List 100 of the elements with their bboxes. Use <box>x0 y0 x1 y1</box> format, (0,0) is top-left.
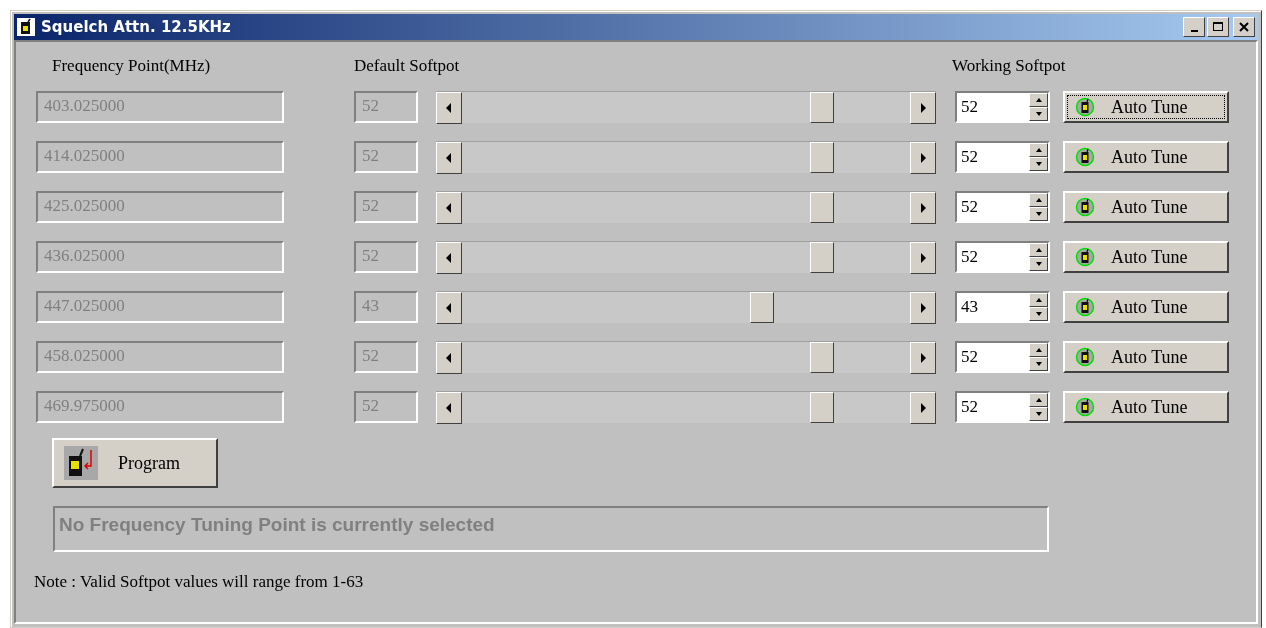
spin-down-button[interactable] <box>1029 307 1048 321</box>
slider-thumb[interactable] <box>750 292 775 323</box>
auto-tune-button[interactable]: Auto Tune <box>1063 391 1229 423</box>
window-title: Squelch Attn. 12.5KHz <box>41 18 232 36</box>
down-arrow-icon <box>1035 362 1042 366</box>
auto-tune-button[interactable]: Auto Tune <box>1063 91 1229 123</box>
right-arrow-icon <box>920 353 926 363</box>
radio-icon <box>1075 347 1095 367</box>
right-arrow-icon <box>920 403 926 413</box>
scroll-left-button[interactable] <box>436 292 462 324</box>
radio-icon <box>1075 397 1095 417</box>
softpot-slider[interactable] <box>436 391 936 423</box>
spin-down-button[interactable] <box>1029 407 1048 421</box>
slider-thumb[interactable] <box>809 142 834 173</box>
down-arrow-icon <box>1035 262 1042 266</box>
spin-down-button[interactable] <box>1029 207 1048 221</box>
frequency-field: 425.025000 <box>36 191 284 223</box>
spin-down-button[interactable] <box>1029 107 1048 121</box>
down-arrow-icon <box>1035 312 1042 316</box>
softpot-slider[interactable] <box>436 341 936 373</box>
maximize-button[interactable] <box>1207 17 1229 37</box>
auto-tune-button[interactable]: Auto Tune <box>1063 141 1229 173</box>
left-arrow-icon <box>446 203 452 213</box>
scroll-right-button[interactable] <box>910 342 936 374</box>
scroll-left-button[interactable] <box>436 142 462 174</box>
scroll-right-button[interactable] <box>910 142 936 174</box>
scroll-right-button[interactable] <box>910 192 936 224</box>
spin-up-button[interactable] <box>1029 93 1048 107</box>
slider-thumb[interactable] <box>809 92 834 123</box>
auto-tune-button[interactable]: Auto Tune <box>1063 191 1229 223</box>
up-arrow-icon <box>1035 198 1042 202</box>
frequency-field: 414.025000 <box>36 141 284 173</box>
scroll-right-button[interactable] <box>910 92 936 124</box>
scroll-right-button[interactable] <box>910 292 936 324</box>
spin-down-button[interactable] <box>1029 257 1048 271</box>
spin-up-button[interactable] <box>1029 193 1048 207</box>
program-button[interactable]: Program <box>52 438 218 488</box>
auto-tune-button[interactable]: Auto Tune <box>1063 291 1229 323</box>
auto-tune-button[interactable]: Auto Tune <box>1063 241 1229 273</box>
down-arrow-icon <box>1035 412 1042 416</box>
working-softpot-spinbox[interactable]: 52 <box>955 191 1050 223</box>
down-arrow-icon <box>1035 212 1042 216</box>
slider-thumb[interactable] <box>809 392 834 423</box>
scroll-left-button[interactable] <box>436 92 462 124</box>
left-arrow-icon <box>446 153 452 163</box>
spin-down-button[interactable] <box>1029 357 1048 371</box>
spin-down-button[interactable] <box>1029 157 1048 171</box>
frequency-field: 458.025000 <box>36 341 284 373</box>
scroll-left-button[interactable] <box>436 392 462 424</box>
radio-icon <box>1075 97 1095 117</box>
softpot-slider[interactable] <box>436 91 936 123</box>
spin-up-button[interactable] <box>1029 143 1048 157</box>
softpot-slider[interactable] <box>436 241 936 273</box>
working-softpot-spinbox[interactable]: 43 <box>955 291 1050 323</box>
column-header: Default Softpot <box>354 56 461 76</box>
working-softpot-spinbox[interactable]: 52 <box>955 391 1050 423</box>
right-arrow-icon <box>920 153 926 163</box>
softpot-slider[interactable] <box>436 191 936 223</box>
radio-icon <box>1075 197 1095 217</box>
radio-icon <box>1075 297 1095 317</box>
slider-thumb[interactable] <box>809 192 834 223</box>
right-arrow-icon <box>920 103 926 113</box>
scroll-right-button[interactable] <box>910 392 936 424</box>
left-arrow-icon <box>446 253 452 263</box>
default-softpot-field: 52 <box>354 241 418 273</box>
working-softpot-spinbox[interactable]: 52 <box>955 141 1050 173</box>
close-button[interactable] <box>1233 17 1255 37</box>
left-arrow-icon <box>446 103 452 113</box>
right-arrow-icon <box>920 203 926 213</box>
up-arrow-icon <box>1035 348 1042 352</box>
working-softpot-spinbox[interactable]: 52 <box>955 341 1050 373</box>
up-arrow-icon <box>1035 148 1042 152</box>
working-softpot-spinbox[interactable]: 52 <box>955 241 1050 273</box>
frequency-field: 436.025000 <box>36 241 284 273</box>
softpot-slider[interactable] <box>436 291 936 323</box>
up-arrow-icon <box>1035 98 1042 102</box>
spin-up-button[interactable] <box>1029 293 1048 307</box>
default-softpot-field: 52 <box>354 191 418 223</box>
softpot-slider[interactable] <box>436 141 936 173</box>
working-softpot-spinbox[interactable]: 52 <box>955 91 1050 123</box>
scroll-left-button[interactable] <box>436 242 462 274</box>
left-arrow-icon <box>446 353 452 363</box>
frequency-field: 469.975000 <box>36 391 284 423</box>
up-arrow-icon <box>1035 298 1042 302</box>
slider-thumb[interactable] <box>809 242 834 273</box>
radio-icon <box>1075 147 1095 167</box>
up-arrow-icon <box>1035 398 1042 402</box>
scroll-left-button[interactable] <box>436 192 462 224</box>
default-softpot-field: 52 <box>354 91 418 123</box>
auto-tune-button[interactable]: Auto Tune <box>1063 341 1229 373</box>
spin-up-button[interactable] <box>1029 343 1048 357</box>
scroll-right-button[interactable] <box>910 242 936 274</box>
minimize-icon <box>1190 30 1198 32</box>
spin-up-button[interactable] <box>1029 393 1048 407</box>
spin-up-button[interactable] <box>1029 243 1048 257</box>
left-arrow-icon <box>446 403 452 413</box>
radio-icon <box>1075 247 1095 267</box>
slider-thumb[interactable] <box>809 342 834 373</box>
scroll-left-button[interactable] <box>436 342 462 374</box>
minimize-button[interactable] <box>1183 17 1205 37</box>
